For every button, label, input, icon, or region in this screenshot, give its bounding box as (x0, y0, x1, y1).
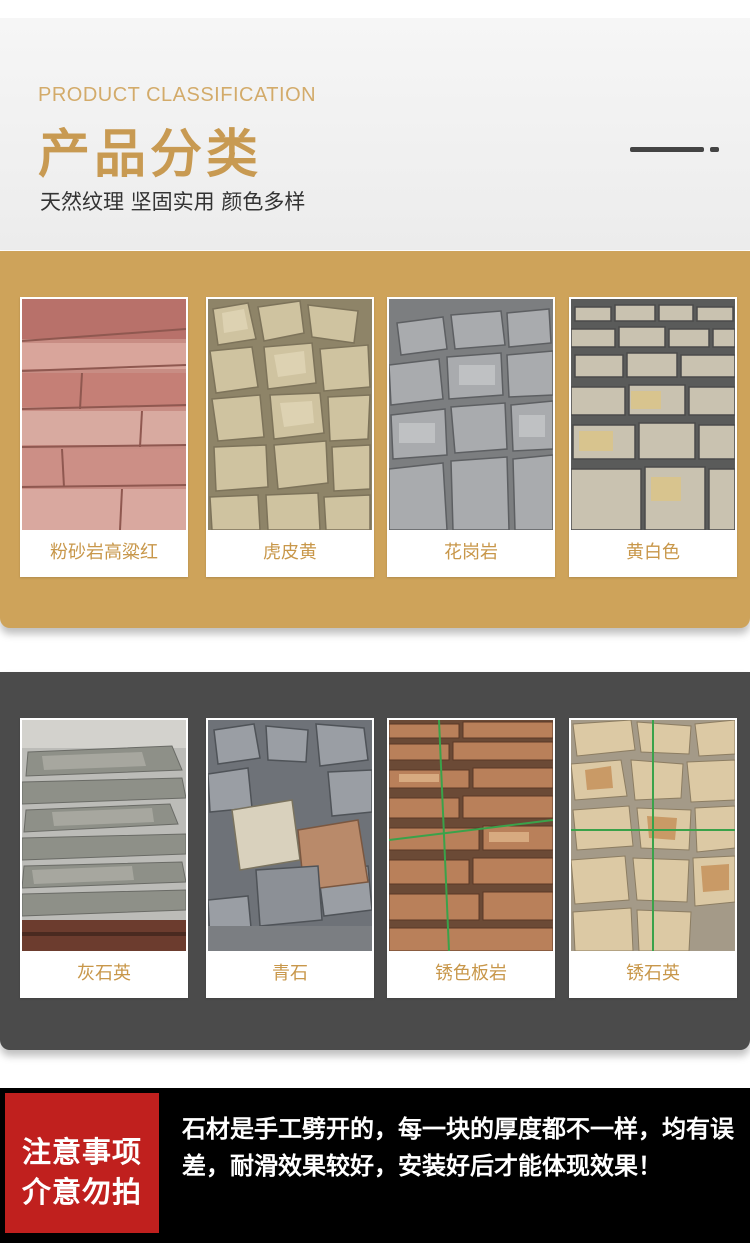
tiger-yellow-image (208, 299, 372, 530)
product-label: 虎皮黄 (263, 542, 317, 563)
product-photo (22, 299, 186, 530)
yellow-white-image (571, 299, 735, 530)
gray-quartz-image (22, 720, 186, 951)
notice-badge-line-2: 介意勿拍 (21, 1175, 142, 1209)
product-panel-gray: 灰石英 青石 锈色板岩 锈石英 (0, 672, 750, 1050)
product-photo (571, 299, 735, 530)
product-card-yellow-white[interactable]: 黄白色 (569, 297, 737, 577)
page-subtitle: 天然纹理 坚固实用 颜色多样 (40, 190, 306, 214)
product-card-bluestone[interactable]: 青石 (206, 718, 374, 998)
product-label: 锈色板岩 (435, 963, 507, 984)
product-card-rust-slate[interactable]: 锈色板岩 (387, 718, 555, 998)
rust-slate-image (389, 720, 553, 951)
product-label: 锈石英 (626, 963, 680, 984)
decorative-line (630, 147, 704, 152)
granite-image (389, 299, 553, 530)
product-card-gray-quartz[interactable]: 灰石英 (20, 718, 188, 998)
notice-badge: 注意事项 介意勿拍 (5, 1093, 159, 1233)
product-card-pink-siltstone[interactable]: 粉砂岩高粱红 (20, 297, 188, 577)
product-photo (571, 720, 735, 951)
product-card-granite[interactable]: 花岗岩 (387, 297, 555, 577)
product-card-rust-quartz[interactable]: 锈石英 (569, 718, 737, 998)
header-section: PRODUCT CLASSIFICATION 产品分类 天然纹理 坚固实用 颜色… (0, 18, 750, 250)
product-photo (22, 720, 186, 951)
notice-badge-line-1: 注意事项 (21, 1135, 142, 1169)
product-label: 黄白色 (626, 542, 680, 563)
product-photo (389, 299, 553, 530)
pink-siltstone-image (22, 299, 186, 530)
page-title: 产品分类 (38, 125, 263, 185)
notice-text: 石材是手工劈开的，每一块的厚度都不一样，均有误差，耐滑效果较好，安装好后才能体现… (182, 1114, 734, 1180)
product-photo (389, 720, 553, 951)
english-title: PRODUCT CLASSIFICATION (38, 84, 317, 106)
product-card-tiger-yellow[interactable]: 虎皮黄 (206, 297, 374, 577)
decorative-dash (710, 147, 719, 152)
bluestone-image (208, 720, 372, 951)
notice-section: 注意事项 介意勿拍 石材是手工劈开的，每一块的厚度都不一样，均有误差，耐滑效果较… (0, 1088, 750, 1243)
product-panel-gold: 粉砂岩高粱红 虎皮黄 花岗岩 黄白色 (0, 251, 750, 628)
product-label: 灰石英 (77, 963, 131, 984)
product-photo (208, 720, 372, 951)
product-label: 青石 (272, 963, 308, 984)
product-label: 花岗岩 (444, 542, 498, 563)
rust-quartz-image (571, 720, 735, 951)
product-photo (208, 299, 372, 530)
product-label: 粉砂岩高粱红 (50, 542, 158, 563)
